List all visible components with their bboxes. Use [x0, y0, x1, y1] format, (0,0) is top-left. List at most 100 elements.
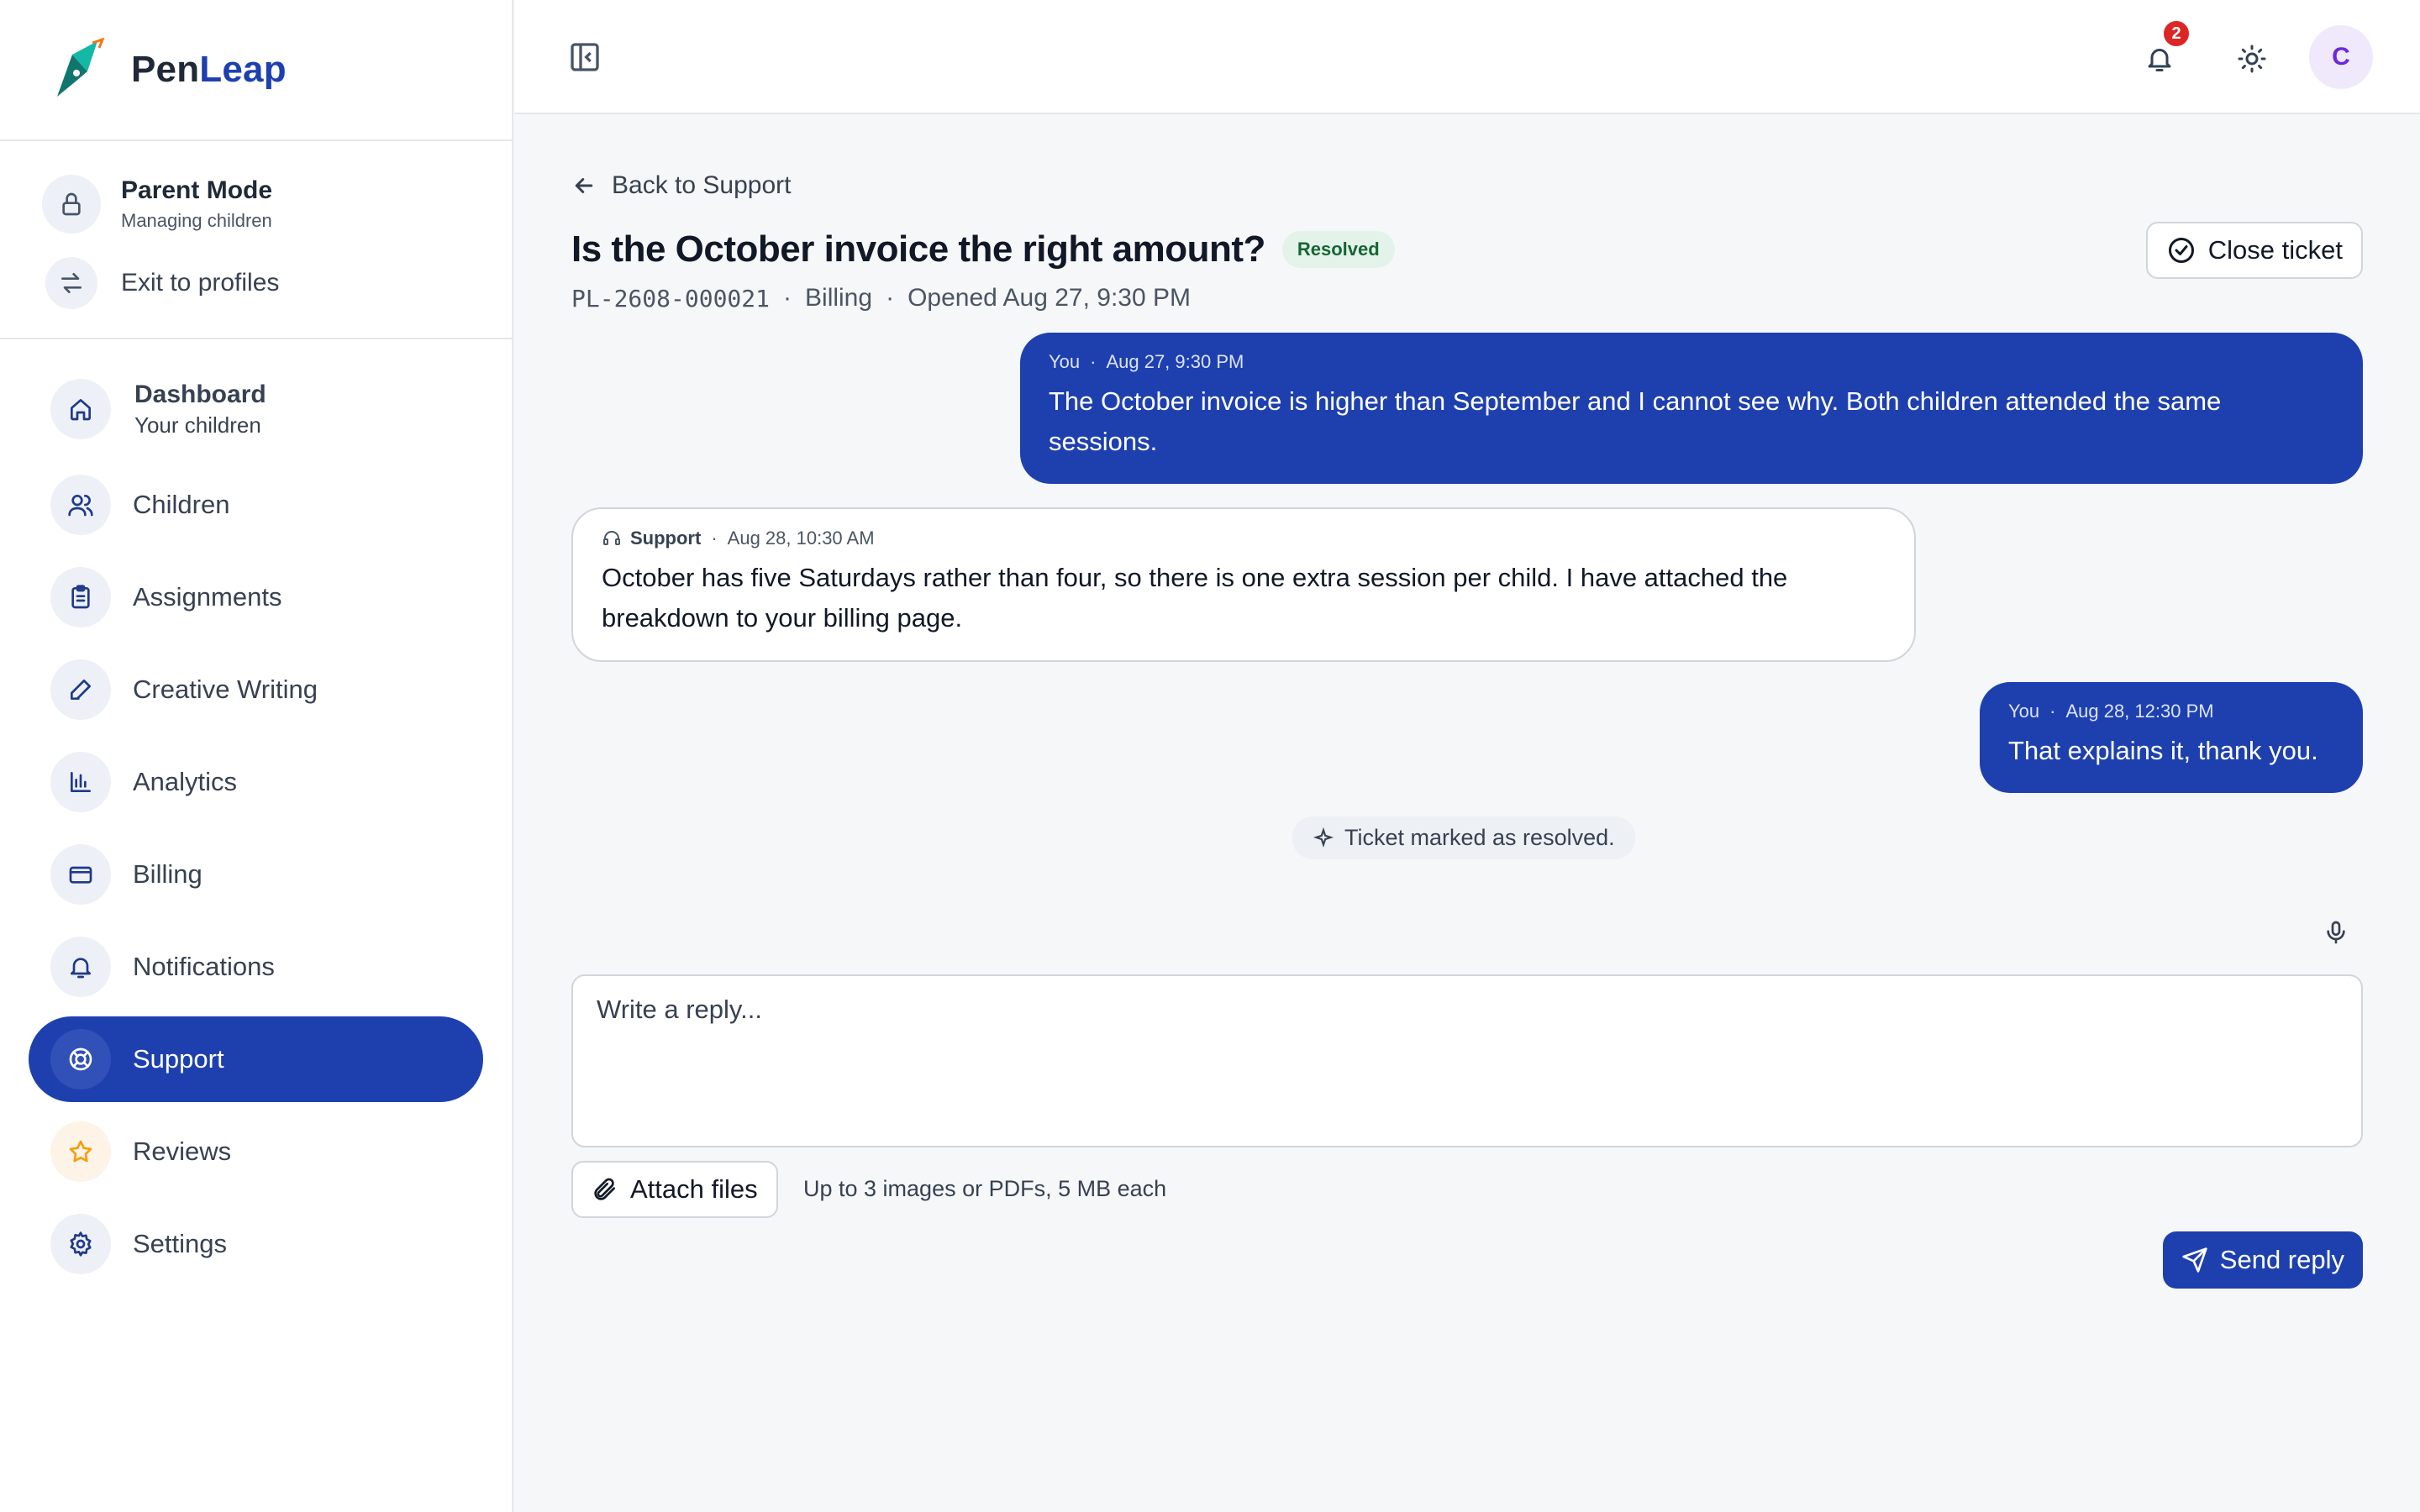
exit-to-profiles-label: Exit to profiles: [121, 269, 280, 297]
send-reply-label: Send reply: [2219, 1245, 2344, 1274]
main-nav: Dashboard Your children Children Assignm…: [0, 339, 512, 1287]
message-author: You: [1049, 351, 1081, 372]
message-time: Aug 28, 10:30 AM: [727, 528, 875, 549]
nav-item-label: Creative Writing: [133, 675, 318, 704]
message-thread: You · Aug 27, 9:30 PM The October invoic…: [571, 333, 2363, 870]
nav-item-notifications[interactable]: Notifications: [29, 924, 483, 1010]
message-time: Aug 28, 12:30 PM: [2065, 701, 2214, 722]
nav-item-label: Children: [133, 490, 230, 519]
message-separator: ·: [1090, 351, 1097, 372]
message-support: Support · Aug 28, 10:30 AM October has f…: [571, 507, 1916, 662]
brand-name-part2: Leap: [199, 49, 287, 90]
nav-item-label: Billing: [133, 859, 203, 889]
nav-item-settings[interactable]: Settings: [29, 1201, 483, 1287]
message-text: That explains it, thank you.: [2008, 736, 2318, 765]
attach-files-button[interactable]: Attach files: [571, 1161, 778, 1218]
nav-item-analytics[interactable]: Analytics: [29, 739, 483, 825]
attach-files-label: Attach files: [630, 1174, 758, 1204]
meta-separator: ·: [783, 284, 792, 312]
message-text: The October invoice is higher than Septe…: [1049, 386, 2222, 456]
message-author: Support: [630, 528, 702, 549]
credit-card-icon: [50, 844, 111, 905]
message-separator: ·: [2049, 701, 2056, 722]
bar-chart-icon: [50, 752, 111, 812]
check-circle-icon: [2168, 238, 2194, 263]
page-title: Is the October invoice the right amount?: [571, 228, 1265, 270]
nav-item-label: Dashboard: [134, 380, 266, 408]
nav-item-assignments[interactable]: Assignments: [29, 554, 483, 640]
ticket-opened: Opened Aug 27, 9:30 PM: [908, 284, 1191, 312]
users-icon: [50, 475, 111, 535]
home-icon: [50, 379, 111, 439]
ticket-detail: Back to Support Is the October invoice t…: [571, 114, 2363, 1289]
status-badge: Resolved: [1281, 231, 1395, 268]
swap-arrows-icon: [45, 257, 97, 309]
reply-textarea[interactable]: [571, 974, 2363, 1147]
ticket-meta: PL-2608-000021 · Billing · Opened Aug 27…: [571, 284, 2363, 312]
voice-input-button[interactable]: [2317, 914, 2354, 951]
message-user: You · Aug 28, 12:30 PM That explains it,…: [1980, 682, 2363, 793]
sidebar: PenLeap Parent Mode Managing children Ex…: [0, 0, 513, 1512]
paperclip-icon: [594, 1178, 615, 1200]
message-time: Aug 27, 9:30 PM: [1106, 351, 1244, 372]
nav-item-dashboard[interactable]: Dashboard Your children: [29, 363, 483, 455]
meta-separator: ·: [886, 284, 895, 312]
mode-title: Parent Mode: [121, 176, 273, 204]
sun-icon: [2238, 45, 2266, 73]
back-to-support-link[interactable]: Back to Support: [571, 171, 791, 200]
brand-name-part1: Pen: [131, 49, 200, 90]
exit-to-profiles-button[interactable]: Exit to profiles: [42, 257, 512, 309]
bell-icon: [50, 937, 111, 997]
top-bar: 2 C: [514, 0, 2420, 114]
star-icon: [50, 1121, 111, 1182]
nav-item-label: Reviews: [133, 1137, 232, 1166]
mode-section: Parent Mode Managing children Exit to pr…: [0, 141, 512, 339]
ticket-category: Billing: [805, 284, 873, 312]
clipboard-icon: [50, 567, 111, 627]
message-user: You · Aug 27, 9:30 PM The October invoic…: [1020, 333, 2363, 484]
nav-item-sublabel: Your children: [134, 412, 261, 438]
theme-toggle-button[interactable]: [2230, 37, 2274, 81]
lifebuoy-icon: [50, 1029, 111, 1089]
close-ticket-label: Close ticket: [2207, 235, 2343, 265]
sidebar-collapse-button[interactable]: [565, 37, 605, 77]
nav-item-billing[interactable]: Billing: [29, 832, 483, 917]
microphone-icon: [2327, 921, 2345, 944]
back-label: Back to Support: [612, 171, 792, 199]
message-text: October has five Saturdays rather than f…: [602, 563, 1788, 633]
headset-icon: [603, 531, 620, 545]
bell-icon: [2148, 49, 2171, 71]
nav-item-support[interactable]: Support: [29, 1016, 483, 1102]
pen-icon: [50, 659, 111, 720]
ticket-code: PL-2608-000021: [571, 284, 771, 312]
system-event: Ticket marked as resolved.: [1292, 816, 1635, 859]
send-icon: [2182, 1247, 2207, 1273]
sidebar-collapse-icon: [571, 43, 599, 71]
arrow-left-icon: [575, 178, 593, 193]
gear-icon: [50, 1214, 111, 1274]
nav-item-reviews[interactable]: Reviews: [29, 1109, 483, 1194]
close-ticket-button[interactable]: Close ticket: [2145, 222, 2363, 279]
attach-hint: Up to 3 images or PDFs, 5 MB each: [803, 1176, 1167, 1201]
parent-mode: Parent Mode Managing children: [42, 175, 512, 234]
notification-count-badge: 2: [2161, 18, 2191, 49]
avatar[interactable]: C: [2309, 25, 2373, 89]
sparkle-icon: [1313, 827, 1334, 848]
nav-item-label: Settings: [133, 1229, 228, 1258]
system-event-text: Ticket marked as resolved.: [1344, 825, 1615, 850]
nav-item-label: Analytics: [133, 767, 238, 796]
nav-item-label: Support: [133, 1044, 224, 1074]
lock-icon: [42, 175, 101, 234]
nav-item-creative-writing[interactable]: Creative Writing: [29, 647, 483, 732]
mode-subtitle: Managing children: [121, 210, 272, 231]
ticket-header: Is the October invoice the right amount?…: [571, 222, 2363, 279]
brand-name: PenLeap: [131, 49, 287, 91]
brand[interactable]: PenLeap: [0, 0, 512, 141]
message-author: You: [2008, 701, 2040, 722]
nav-item-label: Assignments: [133, 582, 282, 612]
nav-item-label: Notifications: [133, 952, 275, 981]
message-separator: ·: [711, 528, 718, 549]
nav-item-children[interactable]: Children: [29, 462, 483, 548]
send-reply-button[interactable]: Send reply: [2162, 1231, 2363, 1289]
pen-nib-logo-icon: [57, 38, 105, 97]
